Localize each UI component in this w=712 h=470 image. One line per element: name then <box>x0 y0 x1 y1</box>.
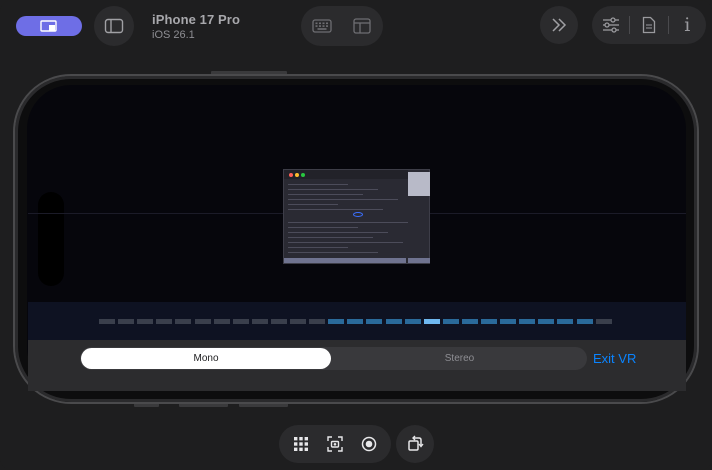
keyboard-button[interactable] <box>302 6 342 46</box>
timeline-tick <box>538 319 555 324</box>
document-button[interactable] <box>630 6 667 44</box>
rotate-button[interactable] <box>396 425 434 463</box>
chevron-forward-icon <box>552 18 567 32</box>
timeline-tick <box>194 319 211 324</box>
timeline-tick <box>385 319 402 324</box>
timeline-tick <box>290 319 306 324</box>
input-group <box>301 6 383 46</box>
exit-vr-button[interactable]: Exit VR <box>593 351 636 366</box>
timeline-tick <box>137 319 154 324</box>
preview-line <box>288 242 403 243</box>
rotate-icon <box>408 435 424 451</box>
timeline-tick <box>213 319 230 324</box>
timeline-tick <box>461 319 478 324</box>
preview-line <box>288 237 373 238</box>
simulator-window: iPhone 17 Pro iOS 26.1 i Mono Stereo Exi… <box>0 0 712 470</box>
device-name: iPhone 17 Pro <box>152 12 240 27</box>
preview-cursor <box>353 212 363 217</box>
home-grid-button[interactable] <box>284 425 318 463</box>
sliders-icon <box>602 17 619 33</box>
timeline-tick <box>99 319 115 324</box>
timeline-tick <box>519 319 536 324</box>
mono-option[interactable]: Mono <box>81 348 331 369</box>
timeline-tick <box>118 319 135 324</box>
timeline-tick <box>156 319 173 324</box>
preview-line <box>288 204 338 205</box>
device-actions-group <box>279 425 391 463</box>
dynamic-island <box>38 192 64 286</box>
timeline-tick <box>500 319 517 324</box>
document-icon <box>642 16 656 34</box>
preview-zoom-dot <box>301 173 305 177</box>
sidebar-toggle-button[interactable] <box>94 6 134 46</box>
preview-line <box>288 227 358 228</box>
preview-line <box>288 189 378 190</box>
timeline-tick <box>481 319 497 324</box>
mode-segmented-control: Mono Stereo <box>80 347 587 370</box>
sidebar-icon <box>104 18 124 34</box>
preview-minimize-dot <box>295 173 299 177</box>
preview-close-dot <box>289 173 293 177</box>
preview-sidebar <box>408 172 430 196</box>
info-button[interactable]: i <box>669 6 706 44</box>
record-button[interactable] <box>352 425 386 463</box>
timeline-tick <box>366 319 383 324</box>
screenshot-icon <box>327 436 343 452</box>
timeline-tick <box>423 319 440 324</box>
preview-line <box>288 232 388 233</box>
grid-icon <box>294 437 308 451</box>
info-icon: i <box>684 13 691 36</box>
os-version: iOS 26.1 <box>152 29 195 41</box>
timeline-tick <box>270 319 287 324</box>
preview-line <box>288 247 348 248</box>
preview-line <box>288 222 408 223</box>
timeline-tick <box>347 319 364 324</box>
layout-icon <box>353 18 371 34</box>
record-icon <box>361 436 377 452</box>
preview-line <box>288 209 383 210</box>
settings-button[interactable] <box>592 6 629 44</box>
forward-button[interactable] <box>540 6 578 44</box>
timeline-tick <box>576 319 593 324</box>
layout-button[interactable] <box>342 6 382 46</box>
timeline-tick <box>232 319 249 324</box>
timeline-tick <box>251 319 268 324</box>
timeline-tick <box>309 319 326 324</box>
timeline-tick <box>442 319 459 324</box>
timeline-tick <box>328 319 345 324</box>
inspector-group: i <box>592 6 706 44</box>
stereo-option[interactable]: Stereo <box>333 348 586 369</box>
keyboard-icon <box>312 19 332 33</box>
mirrored-screen-preview <box>283 169 430 264</box>
home-button[interactable] <box>16 16 82 36</box>
preview-line <box>288 184 348 185</box>
preview-line <box>288 252 378 253</box>
timeline-tick <box>404 319 421 324</box>
preview-line <box>288 199 398 200</box>
person-screen-icon <box>40 20 57 32</box>
timeline-tick <box>595 319 612 324</box>
screenshot-button[interactable] <box>318 425 352 463</box>
timeline-tick <box>557 319 574 324</box>
preview-footer <box>284 258 406 263</box>
timeline-tick <box>175 319 192 324</box>
preview-line <box>288 194 363 195</box>
preview-footer <box>408 258 430 263</box>
